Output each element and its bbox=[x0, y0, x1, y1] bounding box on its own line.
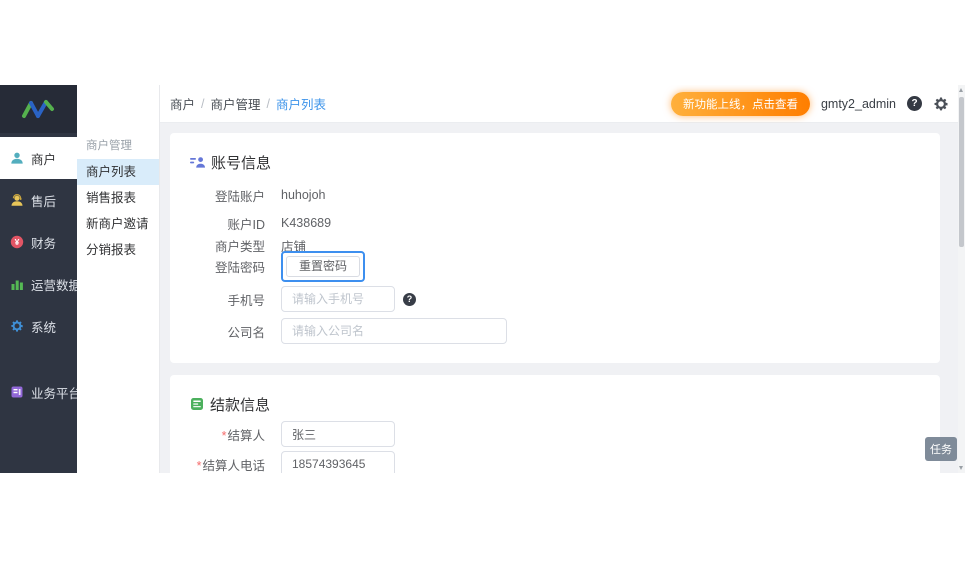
settlement-info-panel: 结款信息 *结算人 *结算人电话 bbox=[170, 375, 940, 473]
breadcrumb-item-merchant[interactable]: 商户 bbox=[170, 94, 195, 113]
settings-gear-icon[interactable] bbox=[933, 96, 949, 112]
breadcrumb: 商户 / 商户管理 / 商户列表 bbox=[170, 94, 326, 113]
submenu-item-merchant-list[interactable]: 商户列表 bbox=[77, 159, 159, 185]
account-info-panel: 账号信息 登陆账户 huhojoh 账户ID K438689 商户类型 店铺 登… bbox=[170, 133, 940, 363]
login-account-value: huhojoh bbox=[281, 188, 326, 202]
sidebar-item-label: 系统 bbox=[31, 320, 57, 335]
field-row-phone: 手机号 ? bbox=[190, 286, 920, 312]
section-title-text: 结款信息 bbox=[210, 396, 271, 414]
breadcrumb-separator: / bbox=[266, 96, 270, 111]
sidebar-item-system[interactable]: 系统 bbox=[0, 305, 77, 347]
required-mark: * bbox=[196, 458, 202, 473]
new-feature-notice-badge[interactable]: 新功能上线，点击查看 bbox=[670, 91, 810, 116]
help-icon[interactable]: ? bbox=[907, 96, 922, 111]
scrollbar-down-arrow-icon[interactable] bbox=[959, 466, 963, 470]
app-logo bbox=[0, 85, 77, 133]
primary-nav: 商户 售后 ¥ 财务 运营数据 系统 业务平台 bbox=[0, 133, 81, 413]
phone-help-icon[interactable]: ? bbox=[403, 292, 416, 306]
field-row-login-account: 登陆账户 huhojoh bbox=[190, 185, 920, 205]
field-row-account-id: 账户ID K438689 bbox=[190, 213, 920, 233]
sidebar-item-label: 售后 bbox=[31, 194, 57, 209]
reset-password-focus-ring: 重置密码 bbox=[281, 250, 366, 282]
field-label: 登陆密码 bbox=[214, 260, 265, 275]
sidebar-item-business-platform[interactable]: 业务平台 bbox=[0, 371, 81, 413]
field-row-company-name: 公司名 bbox=[190, 318, 920, 344]
operations-chart-icon bbox=[9, 276, 25, 292]
sidebar-item-label: 业务平台 bbox=[31, 386, 82, 401]
scrollbar-thumb[interactable] bbox=[959, 97, 964, 247]
topbar: 商户 / 商户管理 / 商户列表 新功能上线，点击查看 gmty2_admin … bbox=[160, 85, 965, 123]
company-name-input[interactable] bbox=[281, 318, 507, 344]
account-info-icon bbox=[190, 157, 205, 168]
field-label: 公司名 bbox=[227, 325, 265, 340]
sidebar-item-merchant[interactable]: 商户 bbox=[0, 137, 77, 179]
required-mark: * bbox=[221, 428, 227, 443]
settlement-phone-input[interactable] bbox=[281, 451, 395, 473]
content-area: 账号信息 登陆账户 huhojoh 账户ID K438689 商户类型 店铺 登… bbox=[160, 123, 965, 473]
breadcrumb-separator: / bbox=[201, 96, 205, 111]
settlement-person-input[interactable] bbox=[281, 421, 395, 447]
account-id-value: K438689 bbox=[281, 216, 332, 230]
submenu-item-new-merchant-invite[interactable]: 新商户邀请 bbox=[77, 211, 159, 237]
field-label: 手机号 bbox=[227, 293, 265, 308]
merchant-person-icon bbox=[9, 150, 25, 166]
submenu-item-distribution-report[interactable]: 分销报表 bbox=[77, 237, 159, 263]
sidebar-item-operations[interactable]: 运营数据 bbox=[0, 263, 81, 305]
field-label: 账户ID bbox=[227, 217, 265, 232]
account-section-title: 账号信息 bbox=[190, 151, 920, 173]
settlement-section-title: 结款信息 bbox=[190, 393, 920, 415]
field-row-settlement-phone: *结算人电话 bbox=[190, 451, 920, 473]
field-label: 商户类型 bbox=[214, 239, 265, 254]
field-label: 登陆账户 bbox=[214, 189, 265, 204]
logo-mark-icon bbox=[21, 100, 54, 118]
main-area: 商户 / 商户管理 / 商户列表 新功能上线，点击查看 gmty2_admin … bbox=[160, 85, 965, 473]
settlement-info-icon bbox=[191, 398, 203, 410]
field-label: *结算人 bbox=[221, 428, 265, 443]
submenu-header: 商户管理 bbox=[86, 140, 132, 152]
field-row-login-password: 登陆密码 重置密码 bbox=[190, 250, 920, 282]
breadcrumb-item-merchant-management[interactable]: 商户管理 bbox=[211, 94, 261, 113]
username-label[interactable]: gmty2_admin bbox=[821, 97, 896, 111]
business-platform-icon bbox=[9, 384, 25, 400]
admin-app-window: 商户 售后 ¥ 财务 运营数据 系统 业务平台 商户管理 商户列表 销售报表 新… bbox=[0, 85, 965, 473]
sidebar-item-aftersales[interactable]: 售后 bbox=[0, 179, 77, 221]
topbar-right-controls: 新功能上线，点击查看 gmty2_admin ? bbox=[670, 91, 949, 116]
sidebar-item-label: 运营数据 bbox=[31, 278, 82, 293]
finance-yen-icon: ¥ bbox=[9, 234, 25, 250]
aftersales-headset-icon bbox=[9, 192, 25, 208]
sidebar-item-label: 商户 bbox=[31, 152, 57, 167]
primary-sidebar: 商户 售后 ¥ 财务 运营数据 系统 业务平台 bbox=[0, 85, 81, 473]
reset-password-button[interactable]: 重置密码 bbox=[286, 255, 361, 277]
system-gear-icon bbox=[9, 318, 25, 334]
page-scrollbar[interactable] bbox=[958, 85, 965, 473]
field-label: *结算人电话 bbox=[196, 458, 265, 473]
secondary-sidebar: 商户管理 商户列表 销售报表 新商户邀请 分销报表 bbox=[77, 85, 160, 473]
scrollbar-up-arrow-icon[interactable] bbox=[959, 88, 963, 92]
breadcrumb-item-merchant-list: 商户列表 bbox=[276, 98, 327, 112]
task-floating-button[interactable]: 任务 bbox=[925, 437, 957, 461]
phone-input[interactable] bbox=[281, 286, 395, 312]
section-title-text: 账号信息 bbox=[211, 154, 272, 172]
submenu-item-sales-report[interactable]: 销售报表 bbox=[77, 185, 159, 211]
sidebar-item-finance[interactable]: ¥ 财务 bbox=[0, 221, 77, 263]
field-row-settlement-person: *结算人 bbox=[190, 421, 920, 447]
svg-text:¥: ¥ bbox=[15, 237, 20, 247]
sidebar-item-label: 财务 bbox=[31, 236, 57, 251]
